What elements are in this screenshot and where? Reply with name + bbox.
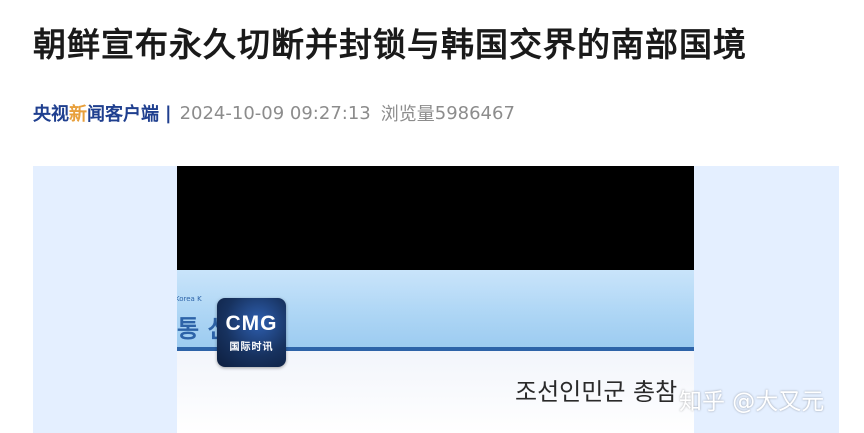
video-letterbox (177, 166, 694, 270)
views-label: 浏览量 (380, 104, 435, 125)
cmg-logo-mark: CMG (225, 311, 278, 335)
brand-text-part2: 闻客户端 (87, 104, 159, 125)
kcna-small-label: Korea K (177, 295, 202, 303)
publish-datetime: 2024-10-09 09:27:13 (179, 102, 371, 124)
brand-text-accent: 新 (69, 104, 87, 125)
views-count: 5986467 (434, 102, 515, 124)
cmg-logo: CMG 国际时讯 (217, 298, 286, 367)
meta-separator: | (165, 102, 172, 124)
cmg-logo-subtitle: 国际时讯 (229, 341, 274, 353)
brand-text-part1: 央视 (33, 104, 69, 125)
article-headline: 朝鲜宣布永久切断并封锁与韩国交界的南部国境 (33, 25, 747, 64)
video-korean-title: 조선인민군 총참 (515, 378, 678, 406)
source-brand[interactable]: 央视新闻客户端 (33, 100, 159, 126)
zhihu-watermark: 知乎 @大又元 (679, 389, 825, 415)
article-meta: 央视新闻客户端 | 2024-10-09 09:27:13 浏览量 5986467 (33, 100, 515, 126)
